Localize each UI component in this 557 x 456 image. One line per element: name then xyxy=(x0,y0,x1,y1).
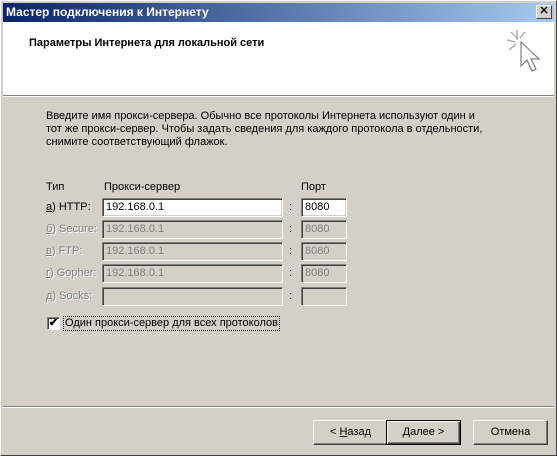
proxy-port-input: 8080 xyxy=(301,220,347,239)
header-divider xyxy=(3,96,554,97)
proxy-row-label: д) Socks: xyxy=(46,290,92,302)
proxy-port-input xyxy=(301,287,347,306)
proxy-row-label: в) FTP: xyxy=(46,245,82,257)
page-title: Параметры Интернета для локальной сети xyxy=(29,37,265,49)
proxy-row-label-text: ) HTTP: xyxy=(52,201,91,213)
proxy-port-input[interactable]: 8080 xyxy=(301,198,347,217)
column-type-label: Тип xyxy=(46,181,65,193)
proxy-server-input xyxy=(102,287,283,306)
footer-divider-highlight xyxy=(3,407,554,408)
proxy-row-label: б) Secure: xyxy=(46,223,97,235)
colon-separator: : xyxy=(289,223,293,235)
colon-separator: : xyxy=(289,201,293,213)
colon-separator: : xyxy=(289,267,293,279)
proxy-port-input: 8080 xyxy=(301,242,347,261)
title-bar[interactable]: Мастер подключения к Интернету ✕ xyxy=(3,3,554,22)
proxy-row-label-text: ) Secure: xyxy=(52,223,97,235)
proxy-row-label: г) Gopher: xyxy=(46,267,96,279)
column-port-label: Порт xyxy=(301,181,326,193)
proxy-port-input: 8080 xyxy=(301,264,347,283)
close-button[interactable]: ✕ xyxy=(536,5,552,19)
wizard-window: Мастер подключения к Интернету ✕ Парамет… xyxy=(0,0,557,456)
window-title: Мастер подключения к Интернету xyxy=(6,5,209,19)
proxy-row-label: а) HTTP: xyxy=(46,201,91,213)
colon-separator: : xyxy=(289,245,293,257)
colon-separator: : xyxy=(289,290,293,302)
next-button[interactable]: Далее > xyxy=(386,420,461,445)
instructions-text: Введите имя прокси-сервера. Обычно все п… xyxy=(46,110,483,148)
cancel-button[interactable]: Отмена xyxy=(473,420,548,445)
same-proxy-checkbox[interactable]: ✔ xyxy=(47,317,60,330)
proxy-row-label-text: ) Gopher: xyxy=(50,267,97,279)
proxy-server-input: 192.168.0.1 xyxy=(102,242,283,261)
same-proxy-label[interactable]: Один прокси-сервер для всех протоколов xyxy=(63,316,280,331)
proxy-server-input: 192.168.0.1 xyxy=(102,220,283,239)
column-proxy-label: Прокси-сервер xyxy=(104,181,181,193)
back-button[interactable]: < Назад xyxy=(313,420,388,445)
wizard-header: Параметры Интернета для локальной сети xyxy=(3,22,554,96)
proxy-server-input: 192.168.0.1 xyxy=(102,264,283,283)
wizard-cursor-icon xyxy=(506,30,541,72)
back-rest: азад xyxy=(347,426,371,438)
proxy-server-input[interactable]: 192.168.0.1 xyxy=(102,198,283,217)
proxy-row-label-text: ) Socks: xyxy=(52,290,93,302)
proxy-row-label-text: ) FTP: xyxy=(51,245,83,257)
